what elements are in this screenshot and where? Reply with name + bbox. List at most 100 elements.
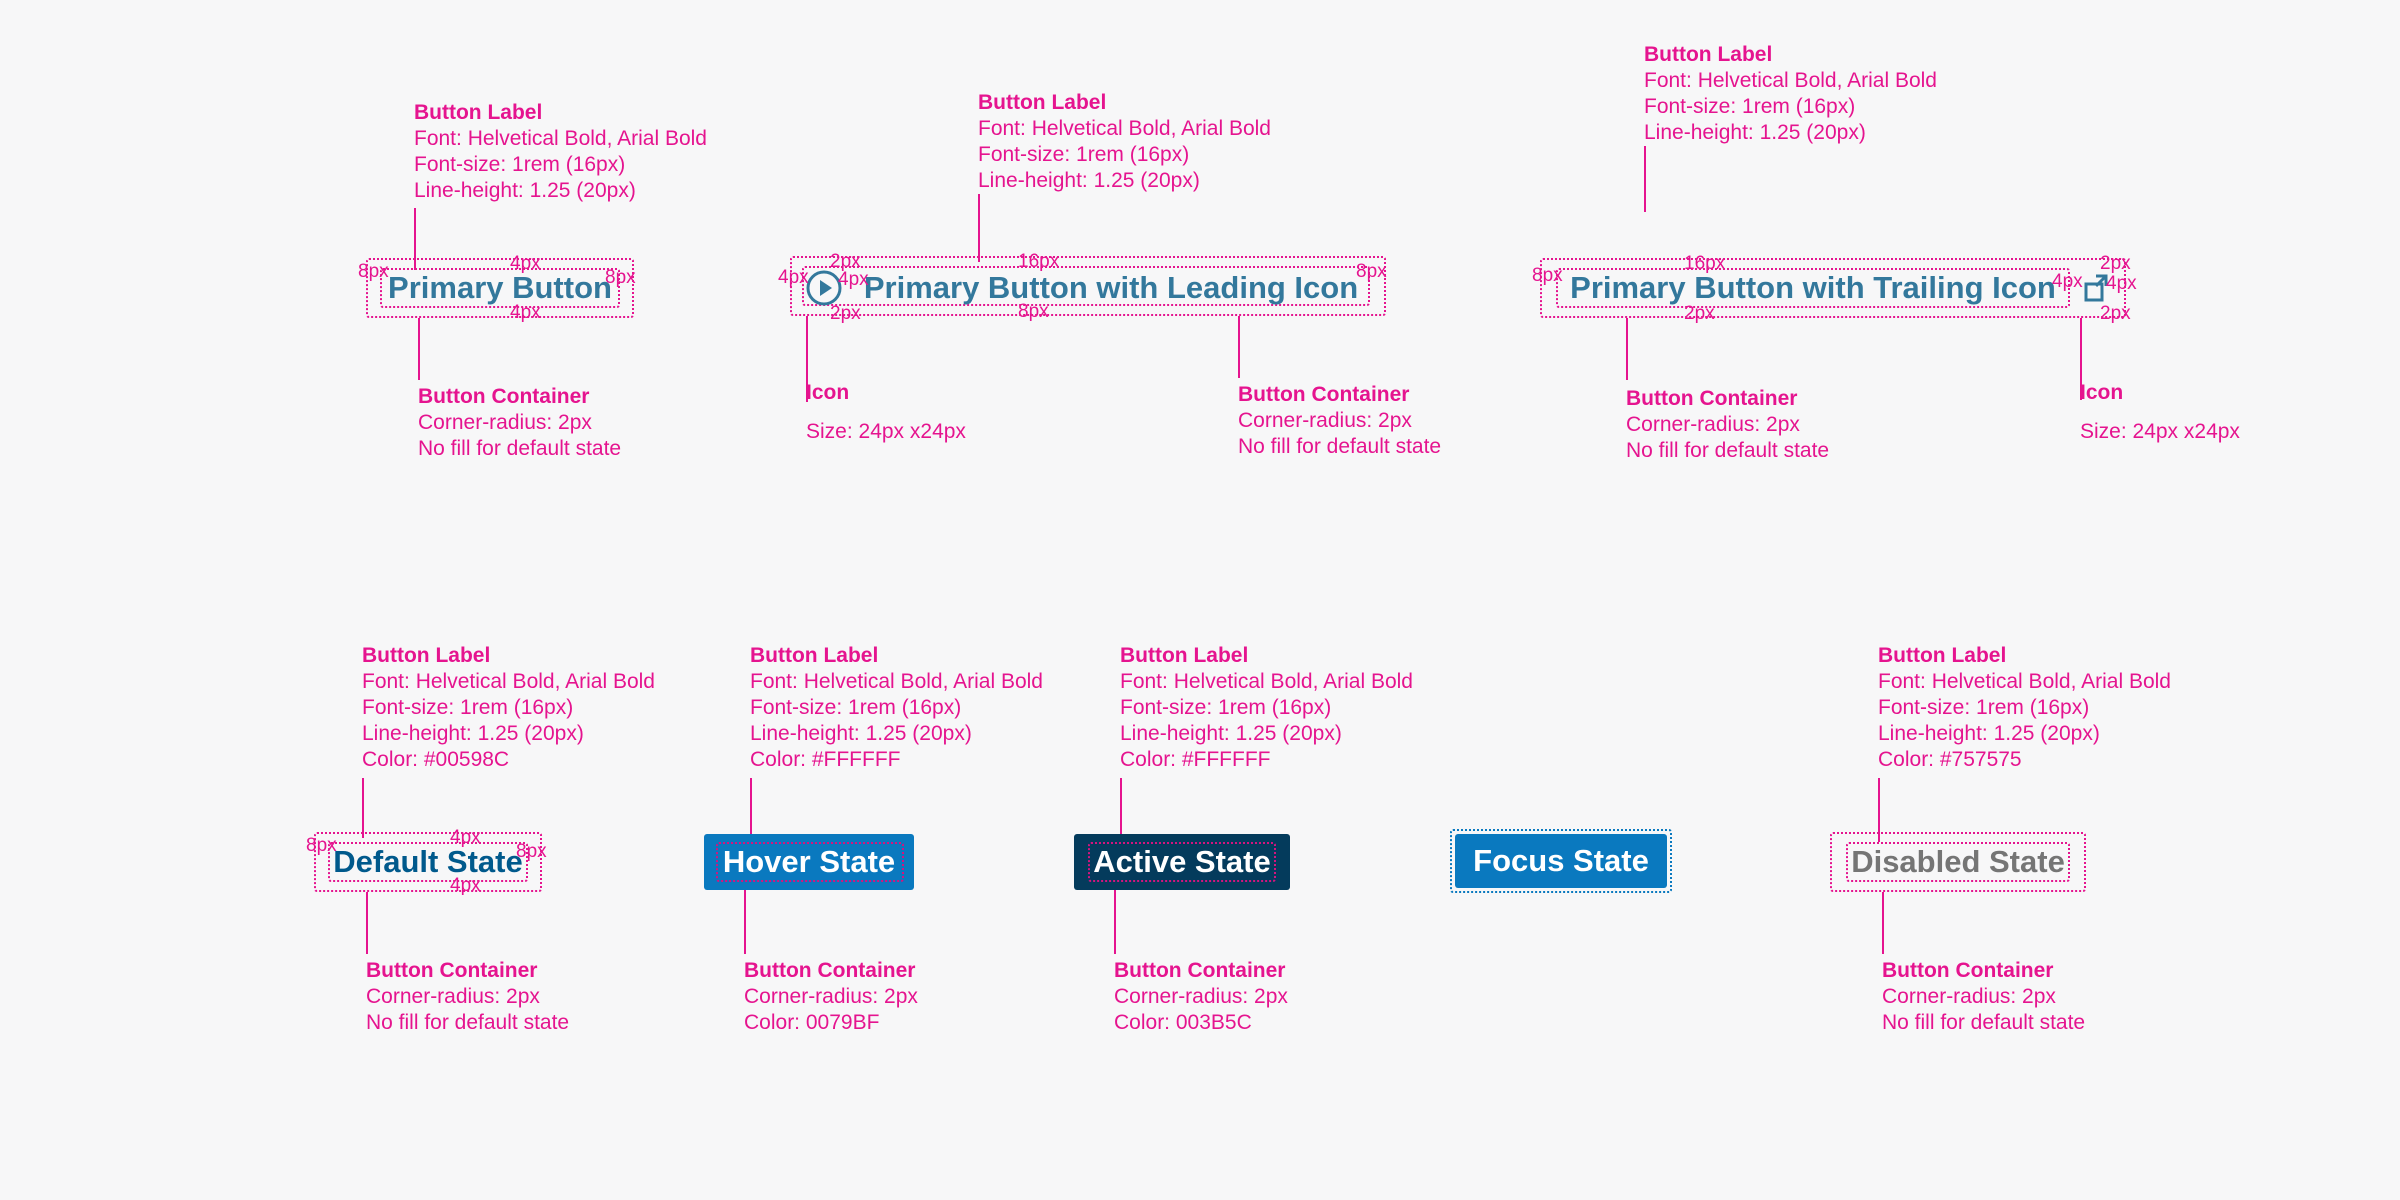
annotation-line: Size: 24px x24px: [2080, 420, 2240, 443]
dim-left-padding: 8px: [306, 835, 337, 856]
dim-top-padding: 4px: [510, 253, 541, 274]
leader-line: [1626, 318, 1628, 380]
annotation-line: Font-size: 1rem (16px): [1120, 696, 1332, 719]
annotation-title: Button Label: [750, 644, 879, 667]
trailing-icon-annotation: Icon Size: 24px x24px: [2080, 380, 2240, 445]
annotation-line: Line-height: 1.25 (20px): [978, 169, 1200, 192]
disabled-state-button: Disabled State: [1851, 844, 2065, 879]
leader-line: [978, 194, 980, 262]
hover-container-annotation: Button Container Corner-radius: 2px Colo…: [744, 958, 918, 1036]
leader-line: [750, 778, 752, 842]
dim-bottom-padding: 8px: [1018, 301, 1049, 322]
annotation-line: Font: Helvetical Bold, Arial Bold: [1644, 69, 1937, 92]
annotation-line: Corner-radius: 2px: [1882, 985, 2056, 1008]
annotation-line: No fill for default state: [1882, 1011, 2086, 1034]
primary-button-leading-icon[interactable]: Primary Button with Leading Icon: [852, 268, 1370, 308]
active-container-annotation: Button Container Corner-radius: 2px Colo…: [1114, 958, 1288, 1036]
disabled-label-annotation: Button Label Font: Helvetical Bold, Aria…: [1878, 643, 2171, 773]
annotation-title: Button Container: [1882, 959, 2054, 982]
annotation-line: Corner-radius: 2px: [1626, 413, 1800, 436]
annotation-line: Font: Helvetical Bold, Arial Bold: [1878, 670, 2171, 693]
annotation-line: Font: Helvetical Bold, Arial Bold: [414, 127, 707, 150]
annotation-title: Button Label: [1644, 43, 1773, 66]
hover-label-annotation: Button Label Font: Helvetical Bold, Aria…: [750, 643, 1043, 773]
annotation-line: Font-size: 1rem (16px): [1878, 696, 2090, 719]
dim-right-padding: 8px: [516, 841, 547, 862]
annotation-line: Corner-radius: 2px: [1238, 409, 1412, 432]
annotation-line: Line-height: 1.25 (20px): [414, 179, 636, 202]
dim-icon-top: 2px: [2100, 253, 2131, 274]
leader-line: [744, 890, 746, 954]
annotation-title: Button Container: [744, 959, 916, 982]
annotation-line: Color: 0079BF: [744, 1011, 880, 1034]
annotation-line: Font-size: 1rem (16px): [1644, 95, 1856, 118]
annotation-line: Color: #00598C: [362, 748, 510, 771]
leader-line: [366, 892, 368, 954]
annotation-line: Corner-radius: 2px: [1114, 985, 1288, 1008]
annotation-line: Corner-radius: 2px: [744, 985, 918, 1008]
dim-left-padding: 8px: [1532, 265, 1563, 286]
dim-bottom-padding: 4px: [510, 302, 541, 323]
annotation-line: Font: Helvetical Bold, Arial Bold: [1120, 670, 1413, 693]
annotation-line: Font-size: 1rem (16px): [750, 696, 962, 719]
leading-icon-annotation: Icon Size: 24px x24px: [806, 380, 966, 445]
leader-line: [1238, 316, 1240, 378]
annotation-line: No fill for default state: [1238, 435, 1442, 458]
default-container-annotation: Button Container Corner-radius: 2px No f…: [366, 958, 569, 1036]
annotation-title: Button Container: [1238, 383, 1410, 406]
annotation-line: No fill for default state: [418, 437, 622, 460]
annotation-line: Font-size: 1rem (16px): [414, 153, 626, 176]
primary-button-trailing-icon[interactable]: Primary Button with Trailing Icon: [1556, 268, 2070, 308]
button-label-outline: [1088, 842, 1276, 882]
dim-icon-bottom: 2px: [830, 303, 861, 324]
annotation-title: Button Label: [978, 91, 1107, 114]
annotation-title: Button Container: [366, 959, 538, 982]
annotation-line: Color: #FFFFFF: [750, 748, 901, 771]
leader-line: [1644, 146, 1646, 212]
annotation-line: Line-height: 1.25 (20px): [750, 722, 972, 745]
annotation-line: Line-height: 1.25 (20px): [1878, 722, 2100, 745]
annotation-line: Line-height: 1.25 (20px): [1120, 722, 1342, 745]
primary-container-annotation: Button Container Corner-radius: 2px No f…: [418, 384, 621, 462]
annotation-line: Font: Helvetical Bold, Arial Bold: [362, 670, 655, 693]
primary-button[interactable]: Primary Button: [380, 268, 620, 308]
dim-top-padding: 16px: [1684, 253, 1726, 274]
leading-label-annotation: Button Label Font: Helvetical Bold, Aria…: [978, 90, 1271, 194]
default-state-button[interactable]: Default State: [328, 842, 528, 882]
annotation-line: Corner-radius: 2px: [418, 411, 592, 434]
dim-icon-right: 4px: [2106, 273, 2137, 294]
dim-top-padding: 4px: [450, 827, 481, 848]
trailing-label-annotation: Button Label Font: Helvetical Bold, Aria…: [1644, 42, 1937, 146]
dim-top-padding: 16px: [1018, 251, 1060, 272]
focus-state-button[interactable]: Focus State: [1455, 834, 1667, 888]
leading-container-annotation: Button Container Corner-radius: 2px No f…: [1238, 382, 1441, 460]
disabled-container-annotation: Button Container Corner-radius: 2px No f…: [1882, 958, 2085, 1036]
annotation-line: No fill for default state: [366, 1011, 570, 1034]
annotation-line: Color: 003B5C: [1114, 1011, 1252, 1034]
annotation-line: Corner-radius: 2px: [366, 985, 540, 1008]
annotation-title: Button Label: [1120, 644, 1249, 667]
annotation-title: Icon: [806, 381, 850, 404]
dim-left-padding: 4px: [778, 267, 809, 288]
default-label-annotation: Button Label Font: Helvetical Bold, Aria…: [362, 643, 655, 773]
annotation-title: Button Container: [1114, 959, 1286, 982]
trailing-container-annotation: Button Container Corner-radius: 2px No f…: [1626, 386, 1829, 464]
annotation-line: Color: #757575: [1878, 748, 2022, 771]
annotation-line: Size: 24px x24px: [806, 420, 966, 443]
annotation-line: Line-height: 1.25 (20px): [1644, 121, 1866, 144]
annotation-line: Font-size: 1rem (16px): [362, 696, 574, 719]
annotation-title: Button Label: [414, 101, 543, 124]
primary-label-annotation: Button Label Font: Helvetical Bold, Aria…: [414, 100, 707, 204]
annotation-line: Color: #FFFFFF: [1120, 748, 1271, 771]
button-label-outline: [716, 842, 904, 882]
leader-line: [1882, 892, 1884, 954]
annotation-line: Font: Helvetical Bold, Arial Bold: [978, 117, 1271, 140]
annotation-line: Font: Helvetical Bold, Arial Bold: [750, 670, 1043, 693]
annotation-title: Button Label: [1878, 644, 2007, 667]
active-label-annotation: Button Label Font: Helvetical Bold, Aria…: [1120, 643, 1413, 773]
leader-line: [1114, 890, 1116, 954]
dim-icon-bottom: 2px: [2100, 303, 2131, 324]
dim-right-padding: 8px: [605, 267, 636, 288]
annotation-title: Button Label: [362, 644, 491, 667]
dim-right-padding: 8px: [1356, 261, 1387, 282]
